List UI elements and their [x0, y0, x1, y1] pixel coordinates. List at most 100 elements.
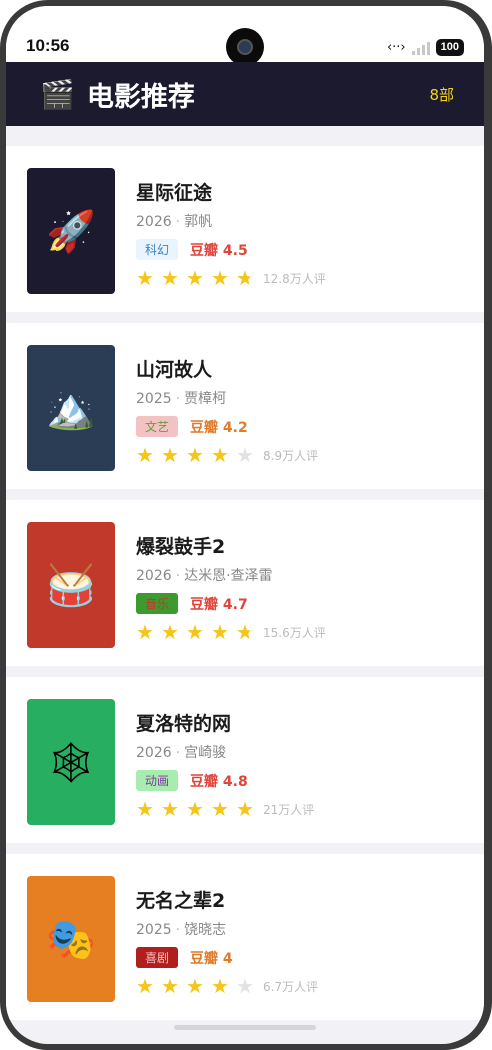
douban-score: 豆瓣 4.5: [190, 242, 248, 259]
home-indicator[interactable]: [174, 1025, 316, 1030]
movie-info: 爆裂鼓手2 2026·达米恩·查泽雷 音乐 豆瓣 4.7 ★ ★ ★ ★ ★ 15.6万…: [136, 522, 326, 666]
review-count: 15.6万人评: [263, 625, 326, 640]
douban-score: 豆瓣 4.7: [190, 596, 248, 613]
star-icon: ★: [161, 266, 179, 290]
movie-card[interactable]: 🕸 夏洛特的网 2026 · 宫崎骏 动画 豆瓣 4.8 ★ ★ ★ ★ ★ 21万人评: [6, 677, 484, 843]
star-icon: ★: [236, 443, 254, 467]
movie-info: 山河故人 2025 · 贾樟柯 文艺 豆瓣 4.2 ★ ★ ★ ★ ★ 8.9万人评: [136, 345, 318, 489]
movie-card[interactable]: 🎭 无名之辈2 2025 · 饶晓志 喜剧 豆瓣 4 ★ ★ ★ ★ ★ 6.7万人评: [6, 854, 484, 1020]
review-count: 21万人评: [263, 802, 315, 817]
movie-director: 郭帆: [184, 214, 213, 230]
movie-meta: 2026 · 郭帆: [136, 211, 326, 231]
movie-card[interactable]: 🥁 爆裂鼓手2 2026·达米恩·查泽雷 音乐 豆瓣 4.7 ★ ★ ★ ★ ★ 15.…: [6, 500, 484, 666]
star-icon: ★: [161, 797, 179, 821]
review-count: 12.8万人评: [263, 271, 326, 286]
status-time: 10:56: [26, 36, 70, 55]
douban-score: 豆瓣 4: [190, 950, 233, 967]
star-icon: ★: [161, 443, 179, 467]
separator-dot: ·: [175, 568, 181, 584]
star-icon: ★: [186, 620, 204, 644]
movie-year: 2026: [136, 568, 172, 584]
poster-icon: 🕸: [45, 739, 97, 786]
separator-dot: ·: [175, 391, 181, 407]
movie-title: 夏洛特的网: [136, 713, 232, 735]
movie-meta: 2025 · 饶晓志: [136, 919, 318, 939]
star-rating: ★ ★ ★ ★ ★ 21万人评: [136, 797, 314, 821]
star-icon: ★: [136, 620, 154, 644]
star-icon: ★: [236, 797, 254, 821]
poster-icon: 🎭: [46, 916, 96, 963]
movie-poster[interactable]: 🏔️: [27, 345, 115, 471]
movie-title: 无名之辈2: [136, 890, 226, 912]
star-icon: ★: [236, 266, 261, 290]
movie-year: 2025: [136, 391, 172, 407]
movie-count: 8部: [429, 85, 454, 104]
genre-badge: 音乐: [136, 593, 179, 614]
status-bar: 10:56 ‹··› 100: [6, 6, 484, 66]
douban-score: 豆瓣 4.8: [190, 773, 248, 790]
star-icon: ★: [161, 620, 179, 644]
poster-icon: 🚀: [46, 208, 96, 255]
genre-badge: 动画: [136, 770, 179, 791]
movie-poster[interactable]: 🚀: [27, 168, 115, 294]
movie-poster[interactable]: 🥁: [27, 522, 115, 648]
movie-director: 饶晓志: [184, 922, 227, 938]
movie-title: 星际征途: [136, 182, 213, 204]
movie-year: 2026: [136, 214, 172, 230]
movie-info: 无名之辈2 2025 · 饶晓志 喜剧 豆瓣 4 ★ ★ ★ ★ ★ 6.7万人评: [136, 876, 318, 1020]
star-icon: ★: [211, 443, 229, 467]
movie-tags: 音乐 豆瓣 4.7: [136, 593, 326, 614]
star-rating: ★ ★ ★ ★ ★ 12.8万人评: [136, 266, 326, 290]
movie-card[interactable]: 🚀 星际征途 2026·郭帆 科幻 豆瓣 4.5 ★ ★ ★ ★ ★ 12.8万人评: [6, 146, 484, 312]
genre-badge: 文艺: [136, 416, 179, 437]
star-rating: ★ ★ ★ ★ ★ 8.9万人评: [136, 443, 318, 467]
star-icon: ★: [136, 443, 154, 467]
movie-poster[interactable]: 🎭: [27, 876, 115, 1002]
genre-badge: 科幻: [136, 239, 179, 260]
star-icon: ★: [161, 974, 179, 998]
star-icon: ★: [236, 620, 261, 644]
poster-icon: 🏔️: [46, 385, 96, 432]
movie-info: 夏洛特的网 2026 · 宫崎骏 动画 豆瓣 4.8 ★ ★ ★ ★ ★ 21万人评: [136, 699, 314, 843]
star-icon: ★: [236, 974, 254, 998]
separator-dot: ·: [175, 745, 181, 761]
page-title: 电影推荐: [86, 81, 195, 113]
star-icon: ★: [136, 974, 154, 998]
star-icon: ★: [186, 266, 204, 290]
signal-icon: [411, 41, 430, 55]
movie-tags: 文艺 豆瓣 4.2: [136, 416, 318, 437]
star-icon: ★: [186, 797, 204, 821]
douban-score: 豆瓣 4.2: [190, 419, 248, 436]
movie-year: 2026: [136, 745, 172, 761]
review-count: 6.7万人评: [263, 979, 319, 994]
movie-tags: 喜剧 豆瓣 4: [136, 947, 318, 968]
screen: 10:56 ‹··› 100 🎬 电影推荐 8部 🚀 星际征途 2026 · 郭帆: [6, 6, 484, 1044]
movie-meta: 2026 · 宫崎骏: [136, 742, 314, 762]
movie-meta: 2025 · 贾樟柯: [136, 388, 318, 408]
movie-director: 达米恩·查泽雷: [184, 568, 273, 584]
star-rating: ★ ★ ★ ★ ★ 15.6万人评: [136, 620, 326, 644]
movie-tags: 科幻 豆瓣 4.5: [136, 239, 326, 260]
app-header: 🎬 电影推荐 8部: [6, 62, 484, 126]
star-icon: ★: [136, 797, 154, 821]
review-count: 8.9万人评: [263, 448, 319, 463]
star-icon: ★: [186, 974, 204, 998]
battery-icon: 100: [435, 39, 464, 56]
star-icon: ★: [136, 266, 154, 290]
star-icon: ★: [211, 266, 229, 290]
movie-card[interactable]: 🏔️ 山河故人 2025 · 贾樟柯 文艺 豆瓣 4.2 ★ ★ ★ ★ ★ 8.9万人评: [6, 323, 484, 489]
movie-list: 🚀 星际征途 2026·郭帆 科幻 豆瓣 4.5 ★★★★★ 12.8万人评 🏔…: [6, 146, 484, 1031]
genre-badge: 喜剧: [136, 947, 179, 968]
movie-year: 2025: [136, 922, 172, 938]
clapperboard-icon: 🎬: [40, 77, 75, 111]
movie-director: 贾樟柯: [184, 391, 227, 407]
star-icon: ★: [211, 620, 229, 644]
star-icon: ★: [186, 443, 204, 467]
movie-tags: 动画 豆瓣 4.8: [136, 770, 314, 791]
separator-dot: ·: [175, 214, 181, 230]
phone-frame: 10:56 ‹··› 100 🎬 电影推荐 8部 🚀 星际征途 2026 · 郭帆: [0, 0, 492, 1050]
movie-director: 宫崎骏: [184, 745, 227, 761]
separator-dot: ·: [175, 922, 181, 938]
poster-icon: 🥁: [46, 562, 96, 609]
movie-poster[interactable]: 🕸: [27, 699, 115, 825]
